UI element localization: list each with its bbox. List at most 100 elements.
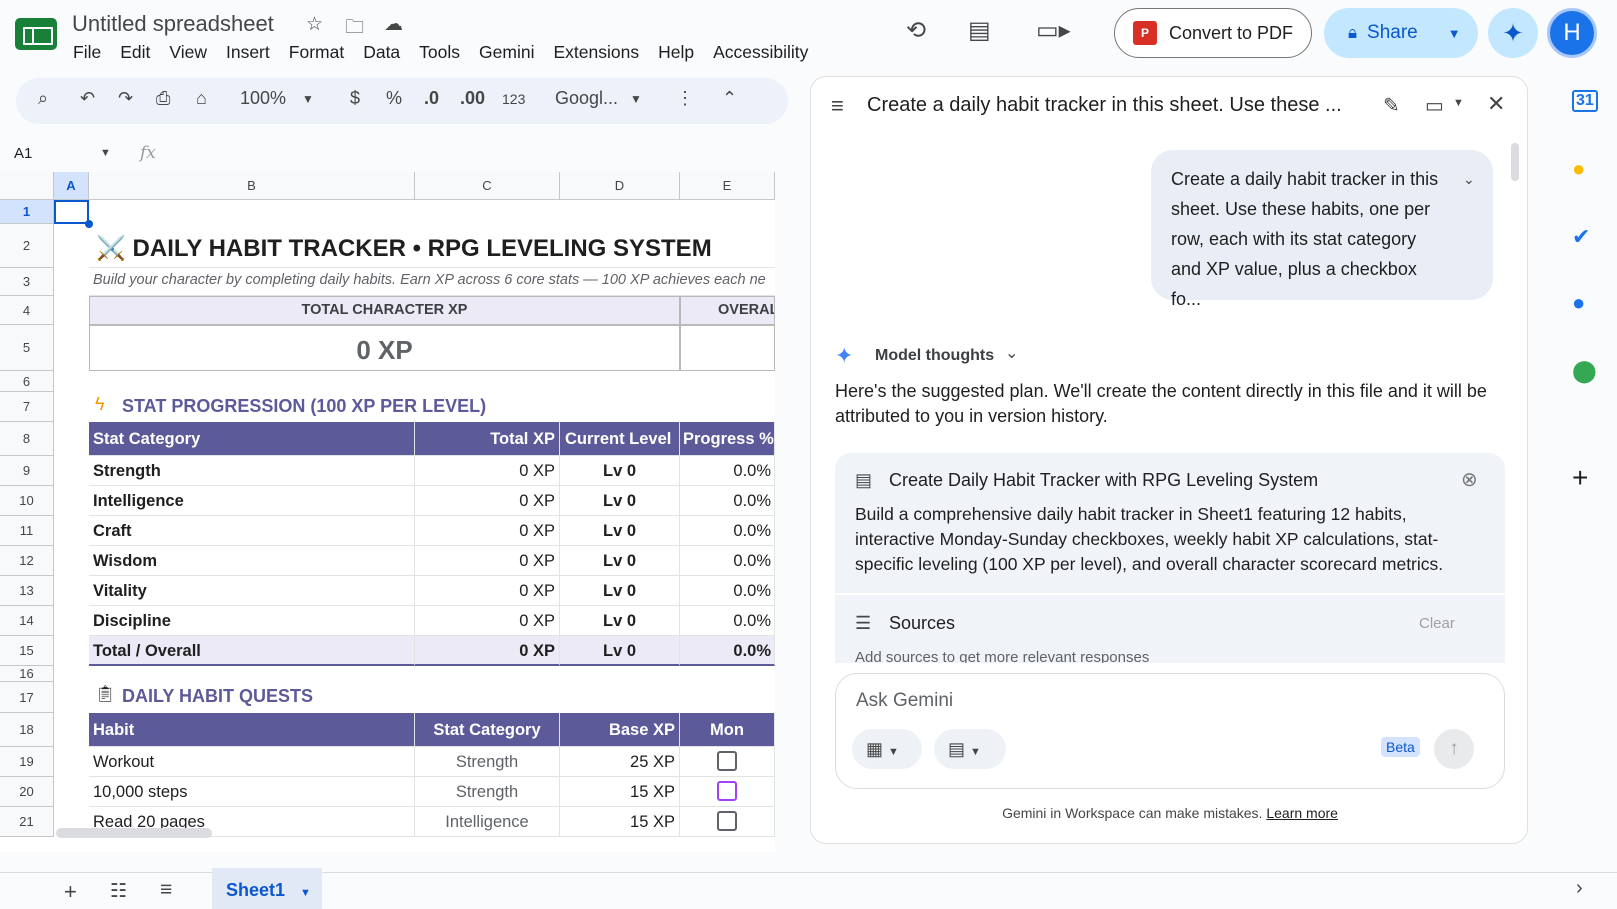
menu-gemini[interactable]: Gemini bbox=[479, 42, 534, 63]
more-options-icon[interactable]: ⋮ bbox=[676, 88, 694, 109]
row-header-20[interactable]: 20 bbox=[0, 777, 54, 807]
increase-decimal-button[interactable]: .00 bbox=[460, 88, 485, 109]
monday-checkbox[interactable] bbox=[717, 811, 737, 831]
row-header-6[interactable]: 6 bbox=[0, 371, 54, 392]
monday-checkbox[interactable] bbox=[717, 751, 737, 771]
tab-sheet1[interactable]: Sheet1 ▼ bbox=[212, 868, 322, 909]
menu-data[interactable]: Data bbox=[363, 42, 400, 63]
menu-extensions[interactable]: Extensions bbox=[553, 42, 639, 63]
select-all-corner[interactable] bbox=[0, 172, 54, 200]
menu-edit[interactable]: Edit bbox=[120, 42, 150, 63]
row-header-10[interactable]: 10 bbox=[0, 486, 54, 516]
all-sheets-icon[interactable]: ☷ bbox=[110, 880, 127, 903]
row-header-16[interactable]: 16 bbox=[0, 666, 54, 682]
version-history-icon[interactable]: ⟲ bbox=[906, 16, 926, 45]
row-header-21[interactable]: 21 bbox=[0, 807, 54, 837]
row-header-3[interactable]: 3 bbox=[0, 268, 54, 296]
ask-gemini-input[interactable]: Ask Gemini bbox=[856, 690, 953, 712]
sheets-logo[interactable] bbox=[15, 18, 57, 50]
row-header-14[interactable]: 14 bbox=[0, 606, 54, 636]
maps-icon[interactable]: ⬤ bbox=[1572, 358, 1597, 384]
sheet-list-icon[interactable]: ≡ bbox=[160, 878, 172, 902]
menu-view[interactable]: View bbox=[169, 42, 207, 63]
menu-help[interactable]: Help bbox=[658, 42, 694, 63]
row-header-4[interactable]: 4 bbox=[0, 296, 54, 325]
cloud-status-icon[interactable]: ☁ bbox=[384, 13, 403, 36]
tab-chevron-down-icon[interactable]: ▼ bbox=[300, 887, 311, 899]
thoughts-chevron-down-icon[interactable]: ⌄ bbox=[1005, 343, 1018, 363]
font-select[interactable]: Googl... bbox=[555, 88, 618, 109]
decrease-decimal-button[interactable]: .0 bbox=[424, 88, 439, 109]
spreadsheet-grid[interactable]: A B C D E 1 2 3 4 5 6 7 8 9 10 11 12 13 14 15 16 17 18 19 2… bbox=[0, 172, 775, 852]
menu-file[interactable]: File bbox=[73, 42, 101, 63]
panel-layout-icon[interactable]: ▭ bbox=[1425, 93, 1444, 118]
layout-chevron-down-icon[interactable]: ▼ bbox=[1453, 97, 1464, 109]
meet-icon[interactable]: ▭▸ bbox=[1036, 16, 1071, 45]
row-header-13[interactable]: 13 bbox=[0, 576, 54, 606]
formula-input[interactable] bbox=[170, 136, 775, 170]
zoom-select[interactable]: 100% bbox=[240, 88, 286, 109]
share-dropdown-icon[interactable]: ▼ bbox=[1448, 26, 1461, 41]
horizontal-scrollbar[interactable] bbox=[56, 828, 212, 838]
dismiss-plan-icon[interactable]: ⊗ bbox=[1461, 467, 1478, 492]
col-header-c[interactable]: C bbox=[415, 172, 560, 200]
zoom-chevron-down-icon[interactable]: ▼ bbox=[302, 92, 314, 106]
move-folder-icon[interactable]: 🗀 bbox=[345, 13, 364, 45]
add-sheet-icon[interactable]: + bbox=[64, 879, 77, 905]
expand-prompt-chevron-icon[interactable]: ⌄ bbox=[1463, 171, 1475, 188]
percent-format-button[interactable]: % bbox=[386, 88, 402, 109]
font-chevron-down-icon[interactable]: ▼ bbox=[630, 92, 642, 106]
insert-table-button[interactable]: ▦ ▼ bbox=[852, 729, 922, 769]
col-header-d[interactable]: D bbox=[560, 172, 680, 200]
undo-icon[interactable]: ↶ bbox=[80, 88, 95, 109]
search-menus-icon[interactable]: ⌕ bbox=[38, 88, 48, 109]
collapse-toolbar-icon[interactable]: ⌃ bbox=[722, 88, 737, 109]
col-header-b[interactable]: B bbox=[89, 172, 415, 200]
currency-format-button[interactable]: $ bbox=[350, 88, 360, 109]
row-header-15[interactable]: 15 bbox=[0, 636, 54, 666]
comments-icon[interactable]: ▤ bbox=[968, 16, 991, 45]
menu-format[interactable]: Format bbox=[289, 42, 344, 63]
star-icon[interactable]: ☆ bbox=[306, 13, 323, 36]
menu-accessibility[interactable]: Accessibility bbox=[713, 42, 808, 63]
model-thoughts-toggle[interactable]: Model thoughts bbox=[875, 347, 994, 365]
panel-scrollbar[interactable] bbox=[1511, 143, 1519, 181]
new-chat-icon[interactable]: ✎ bbox=[1383, 93, 1400, 118]
learn-more-link[interactable]: Learn more bbox=[1266, 805, 1338, 821]
clear-sources-button[interactable]: Clear bbox=[1419, 615, 1455, 632]
ask-gemini-box[interactable]: Ask Gemini ▦ ▼ ▤ ▼ Beta ↑ bbox=[835, 673, 1505, 789]
selected-cell-a1[interactable] bbox=[54, 200, 89, 224]
name-box[interactable]: A1 bbox=[14, 145, 32, 162]
keep-icon[interactable]: ● bbox=[1572, 156, 1585, 182]
row-header-11[interactable]: 11 bbox=[0, 516, 54, 546]
row-header-9[interactable]: 9 bbox=[0, 456, 54, 486]
row-header-5[interactable]: 5 bbox=[0, 325, 54, 371]
col-header-a[interactable]: A bbox=[54, 172, 89, 200]
row-header-12[interactable]: 12 bbox=[0, 546, 54, 576]
close-panel-icon[interactable]: ✕ bbox=[1487, 91, 1505, 117]
panel-menu-icon[interactable]: ≡ bbox=[831, 93, 844, 119]
gemini-sparkle-icon[interactable]: ✦ bbox=[1488, 8, 1538, 58]
monday-checkbox[interactable] bbox=[717, 781, 737, 801]
name-box-chevron-icon[interactable]: ▼ bbox=[100, 147, 111, 159]
get-addons-icon[interactable]: + bbox=[1572, 462, 1588, 494]
row-header-17[interactable]: 17 bbox=[0, 682, 54, 713]
paint-format-icon[interactable]: ⌂ bbox=[196, 88, 207, 109]
expand-side-panel-icon[interactable]: › bbox=[1576, 877, 1583, 900]
print-icon[interactable]: ⎙ bbox=[156, 88, 170, 109]
insert-form-button[interactable]: ▤ ▼ bbox=[934, 729, 1006, 769]
row-header-1[interactable]: 1 bbox=[0, 200, 54, 224]
row-header-18[interactable]: 18 bbox=[0, 713, 54, 747]
document-title[interactable]: Untitled spreadsheet bbox=[72, 11, 274, 37]
menu-insert[interactable]: Insert bbox=[226, 42, 270, 63]
row-header-8[interactable]: 8 bbox=[0, 422, 54, 456]
col-header-e[interactable]: E bbox=[680, 172, 775, 200]
share-button[interactable]: 🔒︎ Share ▼ bbox=[1324, 8, 1478, 58]
menu-tools[interactable]: Tools bbox=[419, 42, 460, 63]
tasks-icon[interactable]: ✔ bbox=[1572, 224, 1590, 250]
avatar[interactable]: H bbox=[1547, 8, 1597, 58]
send-button[interactable]: ↑ bbox=[1434, 729, 1474, 769]
convert-to-pdf-button[interactable]: P Convert to PDF bbox=[1114, 8, 1312, 58]
calendar-icon[interactable]: 31 bbox=[1572, 90, 1598, 112]
more-formats-button[interactable]: 123 bbox=[502, 91, 525, 107]
